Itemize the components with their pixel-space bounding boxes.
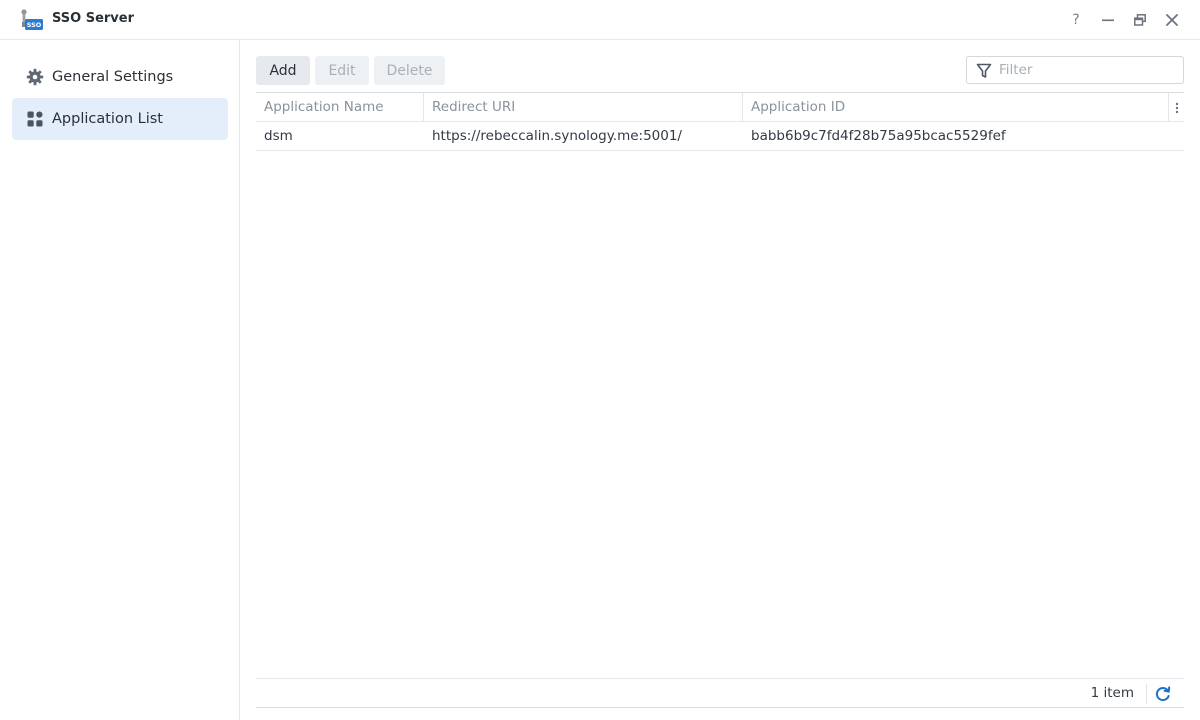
window-title: SSO Server [52, 11, 135, 26]
sso-app-icon: SSO [18, 8, 44, 32]
gear-icon [26, 68, 44, 86]
sidebar-item-application-list[interactable]: Application List [12, 98, 228, 140]
restore-icon [1134, 14, 1146, 26]
table-row[interactable]: dsm https://rebeccalin.synology.me:5001/… [256, 122, 1184, 151]
column-header-redirect-uri[interactable]: Redirect URI [424, 93, 743, 122]
close-button[interactable] [1162, 10, 1182, 30]
filter-box[interactable] [966, 56, 1184, 84]
add-button[interactable]: Add [256, 56, 310, 85]
help-button[interactable]: ? [1066, 10, 1086, 30]
svg-text:SSO: SSO [27, 21, 42, 29]
cell-redirect-uri: https://rebeccalin.synology.me:5001/ [432, 128, 682, 144]
table-footer: 1 item [256, 678, 1184, 708]
grid-icon [26, 110, 44, 128]
more-vertical-icon [1175, 102, 1178, 113]
restore-button[interactable] [1130, 10, 1150, 30]
minimize-button[interactable] [1098, 10, 1118, 30]
help-icon: ? [1072, 12, 1080, 28]
close-icon [1166, 14, 1178, 26]
sidebar-item-label: Application List [52, 111, 163, 127]
title-bar: SSO SSO Server ? [0, 0, 1200, 40]
sidebar-item-label: General Settings [52, 69, 174, 85]
refresh-button[interactable] [1154, 685, 1172, 703]
footer-divider [1146, 684, 1147, 704]
filter-icon [976, 63, 992, 79]
edit-button[interactable]: Edit [315, 56, 369, 85]
column-menu-button[interactable] [1169, 93, 1184, 122]
table-header: Application Name Redirect URI Applicatio… [256, 92, 1184, 122]
application-table: Application Name Redirect URI Applicatio… [256, 92, 1184, 151]
refresh-icon [1155, 686, 1171, 702]
delete-button[interactable]: Delete [374, 56, 445, 85]
item-count: 1 item [1090, 685, 1134, 701]
column-header-application-id[interactable]: Application ID [743, 93, 1169, 122]
cell-application-id: babb6b9c7fd4f28b75a95bcac5529fef [751, 128, 1006, 144]
sidebar-item-general-settings[interactable]: General Settings [12, 56, 228, 98]
filter-input[interactable] [999, 60, 1177, 80]
cell-application-name: dsm [264, 128, 293, 144]
minimize-icon [1102, 19, 1114, 22]
sidebar: General Settings Application List [0, 40, 240, 720]
column-header-application-name[interactable]: Application Name [256, 93, 424, 122]
